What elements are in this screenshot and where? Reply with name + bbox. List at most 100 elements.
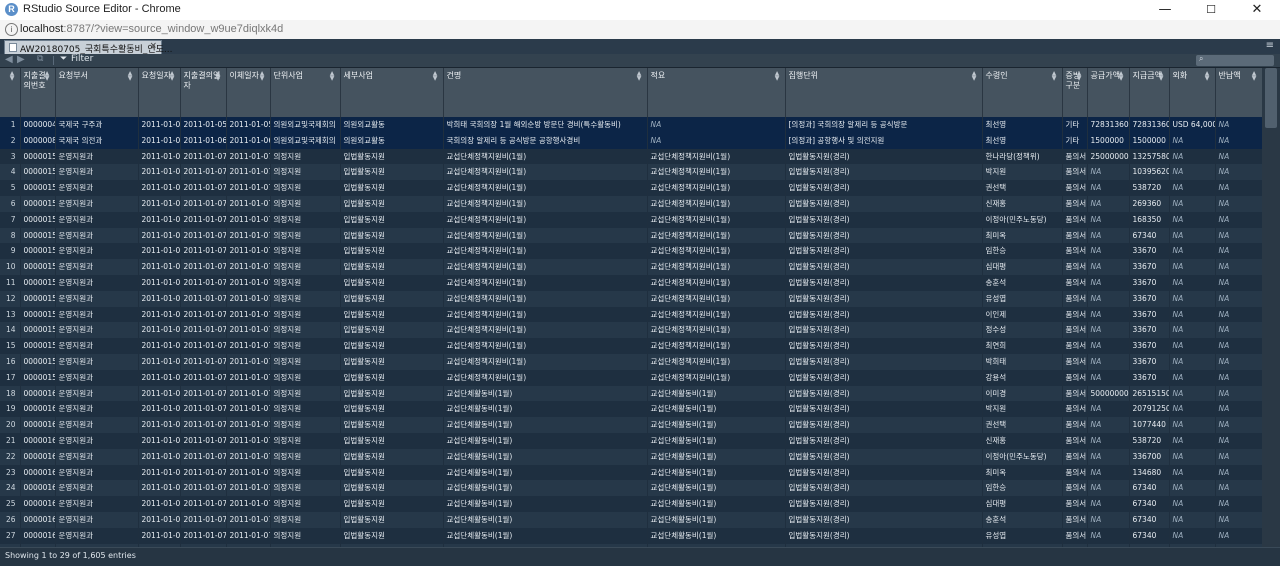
memo-cell: 교섭단체활동비(1월)	[647, 417, 785, 433]
table-row[interactable]: 220000016운영지원과2011-01-062011-01-072011-0…	[0, 448, 1262, 465]
minimize-button[interactable]: —	[1142, 0, 1188, 20]
table-row[interactable]: 100000015운영지원과2011-01-062011-01-072011-0…	[0, 259, 1262, 275]
column-header[interactable]: 증빙구분 ▲▼	[1062, 68, 1088, 117]
column-header[interactable]: 건명 ▲▼	[443, 68, 648, 117]
table-row[interactable]: 70000015운영지원과2011-01-062011-01-072011-01…	[0, 211, 1262, 228]
table-row[interactable]: 250000016운영지원과2011-01-062011-01-072011-0…	[0, 496, 1262, 512]
fx-cell: NA	[1169, 432, 1215, 449]
doc-type-cell: 품의서	[1062, 180, 1087, 196]
column-header[interactable]: 요청부서 ▲▼	[55, 68, 139, 117]
maximize-button[interactable]: ☐	[1188, 0, 1234, 20]
scrollbar-thumb[interactable]	[1265, 68, 1277, 128]
table-row[interactable]: 120000015운영지원과2011-01-062011-01-072011-0…	[0, 290, 1262, 307]
table-row[interactable]: 190000016운영지원과2011-01-062011-01-072011-0…	[0, 401, 1262, 418]
request-date-cell: 2011-01-06	[138, 322, 180, 339]
recipient-cell: 이정아(민주노동당)	[982, 448, 1062, 465]
url-text[interactable]: localhost:8787/?view=source_window_w9ue7…	[20, 23, 283, 35]
filter-button[interactable]: Filter	[71, 54, 93, 64]
memo-cell: 교섭단체정책지원비(1월)	[647, 180, 785, 196]
unit-cell: 의정지원	[270, 464, 340, 481]
tab-close-icon[interactable]: ×	[149, 41, 157, 51]
pay-amount-cell: 1077440	[1129, 417, 1169, 433]
column-header[interactable]: 반납액 ▲▼	[1215, 68, 1263, 117]
table-row[interactable]: 200000016운영지원과2011-01-062011-01-072011-0…	[0, 417, 1262, 433]
vertical-scrollbar[interactable]	[1262, 68, 1280, 547]
name-cell: 교섭단체정책지원비(1월)	[443, 338, 647, 354]
table-row[interactable]: 30000015운영지원과2011-01-062011-01-072011-01…	[0, 148, 1262, 165]
transfer-date-cell: 2011-01-07	[226, 353, 270, 370]
table-row[interactable]: 50000015운영지원과2011-01-062011-01-072011-01…	[0, 180, 1262, 196]
table-row[interactable]: 20000008국제국 의전과2011-01-062011-01-062011-…	[0, 132, 1262, 149]
sort-arrows-icon[interactable]: ▲▼	[634, 70, 644, 80]
table-row[interactable]: 110000015운영지원과2011-01-062011-01-072011-0…	[0, 274, 1262, 291]
table-row[interactable]: 270000016운영지원과2011-01-062011-01-072011-0…	[0, 527, 1262, 544]
table-row[interactable]: 180000016운영지원과2011-01-062011-01-072011-0…	[0, 385, 1262, 402]
table-row[interactable]: 40000015운영지원과2011-01-062011-01-072011-01…	[0, 164, 1262, 181]
table-row[interactable]: 240000016운영지원과2011-01-062011-01-072011-0…	[0, 480, 1262, 497]
table-row[interactable]: 90000015운영지원과2011-01-062011-01-072011-01…	[0, 243, 1262, 260]
tab-menu-icon[interactable]: ≡	[1266, 40, 1274, 51]
sort-arrows-icon[interactable]: ▲▼	[1074, 70, 1084, 80]
column-header[interactable]: 공급가액 ▲▼	[1087, 68, 1130, 117]
sort-arrows-icon[interactable]: ▲▼	[969, 70, 979, 80]
sort-arrows-icon[interactable]: ▲▼	[1049, 70, 1059, 80]
site-info-icon[interactable]: i	[5, 23, 18, 36]
filter-icon[interactable]: ⏷	[60, 54, 67, 64]
exec-cell: 입법활동지원(경리)	[785, 401, 982, 418]
column-header[interactable]: 적요 ▲▼	[647, 68, 786, 117]
table-row[interactable]: 80000015운영지원과2011-01-062011-01-072011-01…	[0, 227, 1262, 244]
sort-arrows-icon[interactable]: ▲▼	[257, 70, 267, 80]
data-grid: ▲▼ 지출결의번호 ▲▼ 요청부서 ▲▼ 요청일자 ▲▼ 지출결의일자 ▲▼ 이체일자 ▲▼ 단위사업…	[0, 68, 1280, 547]
tab-data-viewer[interactable]: AW20180705_국회특수활동비_연도... ×	[4, 40, 172, 55]
column-header[interactable]: 집행단위 ▲▼	[785, 68, 983, 117]
sort-arrows-icon[interactable]: ▲▼	[167, 70, 177, 80]
column-header[interactable]: 단위사업 ▲▼	[270, 68, 341, 117]
column-header[interactable]: 지급금액 ▲▼	[1129, 68, 1170, 117]
table-row[interactable]: 160000015운영지원과2011-01-062011-01-072011-0…	[0, 353, 1262, 370]
sort-arrows-icon[interactable]: ▲▼	[430, 70, 440, 80]
column-header[interactable]: 요청일자 ▲▼	[138, 68, 181, 117]
header-rownum[interactable]: ▲▼	[0, 68, 21, 117]
search-input[interactable]: ⌕	[1196, 54, 1274, 66]
sort-arrows-icon[interactable]: ▲▼	[772, 70, 782, 80]
unit-cell: 의정지원	[270, 496, 340, 512]
dept-cell: 운영지원과	[55, 243, 138, 260]
table-row[interactable]: 230000016운영지원과2011-01-062011-01-072011-0…	[0, 464, 1262, 481]
sort-arrows-icon[interactable]: ▲▼	[327, 70, 337, 80]
request-date-cell: 2011-01-06	[138, 432, 180, 449]
table-row[interactable]: 140000015운영지원과2011-01-062011-01-072011-0…	[0, 322, 1262, 339]
sort-arrows-icon[interactable]: ▲▼	[1116, 70, 1126, 80]
popout-icon[interactable]: ⧉	[37, 54, 43, 64]
forward-arrow-icon[interactable]: ▶	[17, 54, 25, 65]
column-header[interactable]: 이체일자 ▲▼	[226, 68, 271, 117]
table-row[interactable]: 10000004국제국 구주과2011-01-042011-01-052011-…	[0, 117, 1262, 133]
sort-arrows-icon[interactable]: ▲▼	[1202, 70, 1212, 80]
table-row[interactable]: 210000016운영지원과2011-01-062011-01-072011-0…	[0, 432, 1262, 449]
row-number: 25	[0, 496, 20, 512]
sort-arrows-icon[interactable]: ▲▼	[213, 70, 223, 80]
sort-arrows-icon[interactable]: ▲▼	[7, 70, 17, 80]
back-arrow-icon[interactable]: ◀	[5, 54, 13, 65]
column-header[interactable]: 세부사업 ▲▼	[340, 68, 444, 117]
table-header-row: ▲▼ 지출결의번호 ▲▼ 요청부서 ▲▼ 요청일자 ▲▼ 지출결의일자 ▲▼ 이체일자 ▲▼ 단위사업…	[0, 68, 1263, 117]
table-row[interactable]: 60000015운영지원과2011-01-062011-01-072011-01…	[0, 195, 1262, 212]
close-button[interactable]: ✕	[1234, 0, 1280, 20]
column-header[interactable]: 외화 ▲▼	[1169, 68, 1216, 117]
column-header[interactable]: 지출결의번호 ▲▼	[20, 68, 56, 117]
column-header[interactable]: 지출결의일자 ▲▼	[180, 68, 227, 117]
sort-arrows-icon[interactable]: ▲▼	[125, 70, 135, 80]
address-bar[interactable]: i localhost:8787/?view=source_window_w9u…	[0, 20, 1280, 40]
id-cell: 0000015	[20, 369, 55, 386]
table-row[interactable]: 150000015운영지원과2011-01-062011-01-072011-0…	[0, 338, 1262, 354]
table-row[interactable]: 170000015운영지원과2011-01-062011-01-072011-0…	[0, 369, 1262, 386]
table-row[interactable]: 130000015운영지원과2011-01-062011-01-072011-0…	[0, 306, 1262, 323]
recipient-cell: 한나라당(정책위)	[982, 148, 1062, 165]
transfer-date-cell: 2011-01-07	[226, 243, 270, 260]
doc-type-cell: 품의서	[1062, 290, 1087, 307]
doc-type-cell: 기타	[1062, 117, 1087, 133]
column-header[interactable]: 수령인 ▲▼	[982, 68, 1063, 117]
sort-arrows-icon[interactable]: ▲▼	[1156, 70, 1166, 80]
sort-arrows-icon[interactable]: ▲▼	[1249, 70, 1259, 80]
sort-arrows-icon[interactable]: ▲▼	[42, 70, 52, 80]
table-row[interactable]: 260000016운영지원과2011-01-062011-01-072011-0…	[0, 511, 1262, 528]
